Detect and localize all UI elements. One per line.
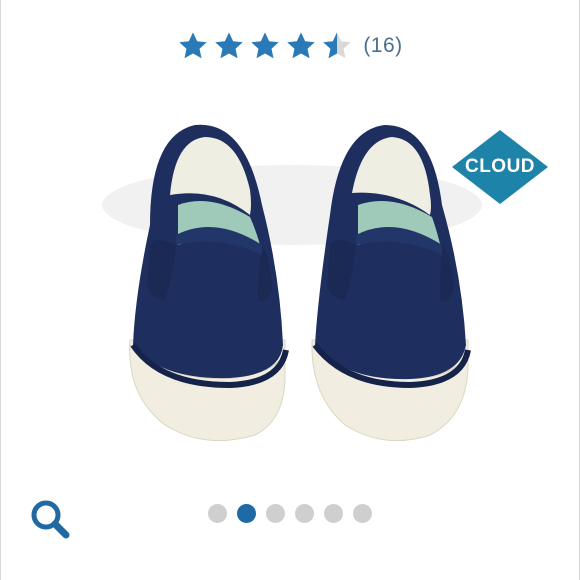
gallery-dot[interactable]	[353, 504, 372, 523]
gallery-dot[interactable]	[266, 504, 285, 523]
cloud-badge: CLOUD	[452, 130, 548, 204]
star-icon	[251, 32, 280, 59]
gallery-dot[interactable]	[324, 504, 343, 523]
star-icon	[287, 32, 316, 59]
badge-label: CLOUD	[464, 156, 536, 177]
gallery-pagination	[0, 504, 580, 523]
gallery-dot[interactable]	[295, 504, 314, 523]
half-star-icon	[323, 32, 352, 59]
star-icon	[179, 32, 208, 59]
star-icon	[215, 32, 244, 59]
review-count[interactable]: (16)	[363, 34, 402, 58]
rating-summary[interactable]: (16)	[0, 30, 580, 62]
navy-slip-on-sneakers-icon	[102, 124, 482, 442]
star-rating	[177, 30, 353, 62]
gallery-dot[interactable]	[208, 504, 227, 523]
gallery-dot-active[interactable]	[237, 504, 256, 523]
